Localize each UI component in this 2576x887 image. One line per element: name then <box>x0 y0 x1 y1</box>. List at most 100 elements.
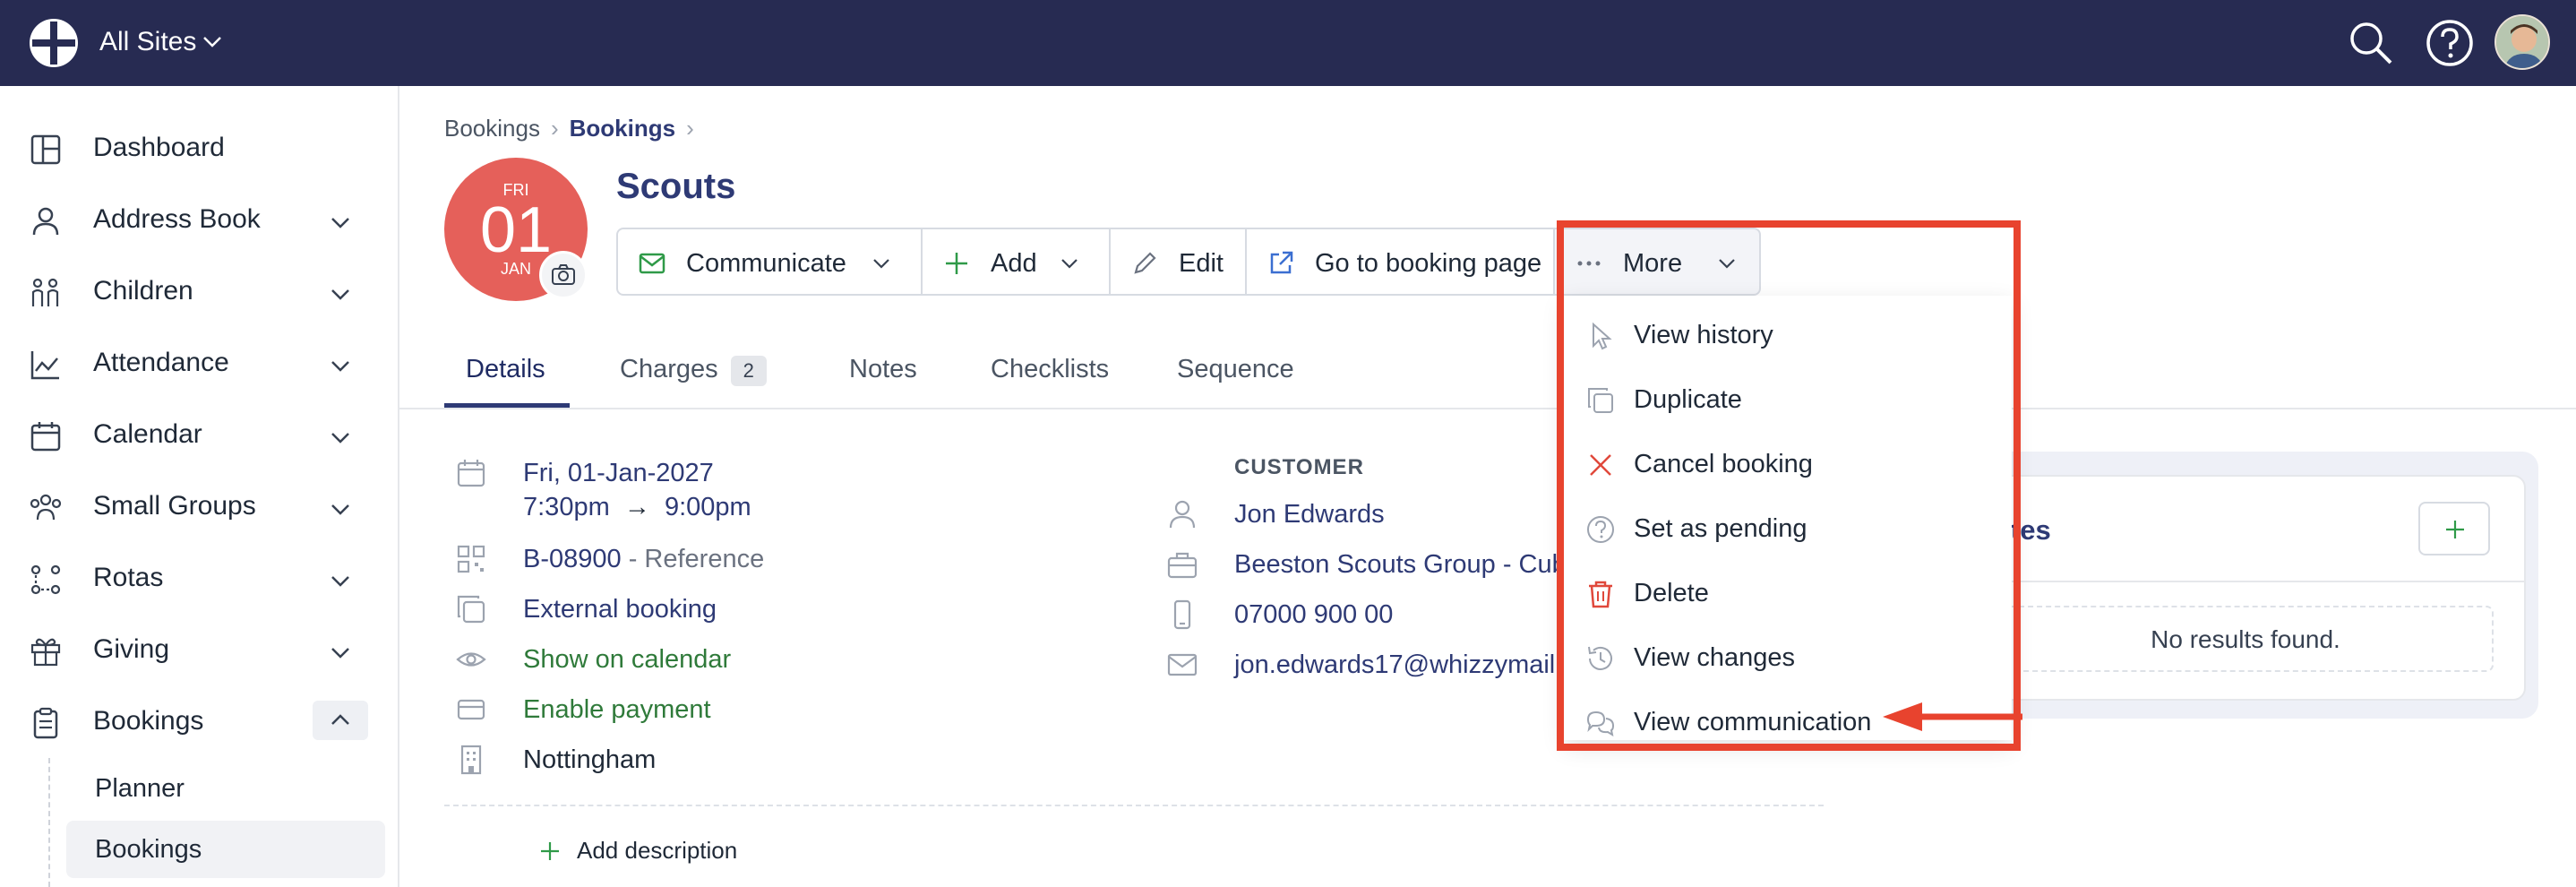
customer-email-link[interactable]: jon.edwards17@whizzymail <box>1234 650 1555 680</box>
show-on-calendar-toggle[interactable]: Show on calendar <box>523 645 731 675</box>
arrow-right-icon: → <box>623 493 650 521</box>
sidebar-item-label: Bookings <box>93 706 204 736</box>
sidebar-item-rotas[interactable]: Rotas <box>0 541 399 613</box>
breadcrumb-separator-icon: › <box>550 115 559 142</box>
calendar-icon <box>30 422 61 452</box>
booking-reference[interactable]: B-08900 - Reference <box>523 545 764 574</box>
booking-date[interactable]: Fri, 01-Jan-2027 <box>523 459 714 488</box>
enable-payment-toggle[interactable]: Enable payment <box>523 695 711 725</box>
card-icon <box>457 699 485 720</box>
reference-code: B-08900 <box>523 545 622 573</box>
edit-button[interactable]: Edit <box>1109 228 1247 296</box>
dashboard-icon <box>30 134 61 165</box>
add-label: Add <box>991 249 1037 278</box>
tab-checklists[interactable]: Checklists <box>991 355 1109 384</box>
camera-icon <box>552 264 575 285</box>
tab-sequence[interactable]: Sequence <box>1177 355 1294 384</box>
highlight-annotation <box>1557 220 2021 751</box>
section-divider <box>444 805 1824 806</box>
sidebar-item-label: Rotas <box>93 563 164 592</box>
top-bar: All Sites <box>0 0 2576 86</box>
external-link-icon <box>1270 251 1293 274</box>
sidebar-item-label: Children <box>93 276 193 306</box>
submenu-guide-line <box>48 758 50 887</box>
sidebar-item-label: Dashboard <box>93 133 225 162</box>
sidebar-item-attendance[interactable]: Attendance <box>0 326 399 398</box>
sidebar-item-address-book[interactable]: Address Book <box>0 183 399 254</box>
group-icon <box>30 494 62 521</box>
sidebar-subitem-label: Planner <box>95 774 185 803</box>
site-selector-label[interactable]: All Sites <box>99 27 196 57</box>
add-note-button[interactable] <box>2418 502 2490 555</box>
collapse-button[interactable] <box>313 701 368 740</box>
chevron-down-icon <box>331 648 349 659</box>
external-booking-toggle[interactable]: External booking <box>523 595 717 624</box>
mail-icon <box>639 253 665 274</box>
end-time: 9:00pm <box>664 493 751 521</box>
briefcase-icon <box>1167 552 1198 579</box>
chevron-up-icon <box>331 714 349 725</box>
change-image-button[interactable] <box>539 251 588 299</box>
start-time: 7:30pm <box>523 493 610 521</box>
chevron-down-icon <box>331 289 349 300</box>
phone-icon <box>1173 599 1191 630</box>
notes-empty-state: No results found. <box>1994 606 2494 672</box>
breadcrumb-item[interactable]: Bookings <box>444 115 540 142</box>
customer-group-link[interactable]: Beeston Scouts Group - Cub <box>1234 550 1567 580</box>
logo-icon[interactable] <box>27 16 81 70</box>
rota-icon <box>30 564 61 595</box>
tab-details[interactable]: Details <box>466 355 545 384</box>
breadcrumb-item[interactable]: Bookings <box>570 115 675 142</box>
communicate-button[interactable]: Communicate <box>616 228 923 296</box>
chevron-down-icon <box>331 433 349 444</box>
plus-icon <box>946 253 967 274</box>
customer-heading: CUSTOMER <box>1234 455 1364 479</box>
search-icon[interactable] <box>2344 16 2398 70</box>
sidebar-item-calendar[interactable]: Calendar <box>0 398 399 469</box>
sidebar: Dashboard Address Book Children Attendan… <box>0 86 399 887</box>
calendar-icon <box>457 460 485 487</box>
sidebar-item-small-groups[interactable]: Small Groups <box>0 469 399 541</box>
breadcrumb-separator-icon: › <box>686 115 694 142</box>
add-button[interactable]: Add <box>921 228 1111 296</box>
sidebar-item-label: Address Book <box>93 204 261 234</box>
mail-icon <box>1167 653 1198 676</box>
page-title: Scouts <box>616 167 736 206</box>
communicate-label: Communicate <box>686 249 846 278</box>
clipboard-icon <box>33 707 58 739</box>
chevron-down-icon <box>331 576 349 587</box>
sidebar-subitem-planner[interactable]: Planner <box>66 760 385 817</box>
go-to-booking-page-button[interactable]: Go to booking page <box>1245 228 1555 296</box>
sidebar-item-dashboard[interactable]: Dashboard <box>0 111 399 183</box>
tab-notes[interactable]: Notes <box>849 355 917 384</box>
gift-icon <box>30 638 61 667</box>
chevron-down-icon[interactable] <box>199 29 226 56</box>
customer-name-link[interactable]: Jon Edwards <box>1234 500 1385 530</box>
children-icon <box>31 278 59 306</box>
tab-charges[interactable]: Charges 2 <box>620 355 767 386</box>
help-icon[interactable] <box>2423 16 2477 70</box>
booking-time-range[interactable]: 7:30pm → 9:00pm <box>523 493 751 522</box>
avatar[interactable] <box>2494 14 2550 70</box>
notes-divider <box>1967 581 2526 582</box>
customer-phone-link[interactable]: 07000 900 00 <box>1234 600 1393 630</box>
go-to-booking-label: Go to booking page <box>1315 249 1542 278</box>
plus-icon <box>2446 521 2464 538</box>
qr-code-icon <box>457 545 485 573</box>
sidebar-item-label: Calendar <box>93 419 202 449</box>
tabs-border <box>399 408 2576 409</box>
reference-label: - Reference <box>621 545 765 573</box>
sidebar-item-giving[interactable]: Giving <box>0 613 399 685</box>
sidebar-subitem-bookings[interactable]: Bookings <box>66 821 385 878</box>
active-tab-indicator <box>444 403 570 408</box>
chevron-down-icon <box>331 361 349 372</box>
sidebar-item-label: Giving <box>93 634 170 664</box>
plus-icon <box>541 842 559 860</box>
arrow-left-icon <box>1883 702 2022 731</box>
sidebar-item-bookings[interactable]: Bookings <box>0 685 399 756</box>
copy-icon <box>457 595 485 624</box>
building-icon <box>460 745 482 775</box>
chevron-down-icon <box>873 259 889 269</box>
person-icon <box>32 207 59 236</box>
sidebar-item-children[interactable]: Children <box>0 254 399 326</box>
